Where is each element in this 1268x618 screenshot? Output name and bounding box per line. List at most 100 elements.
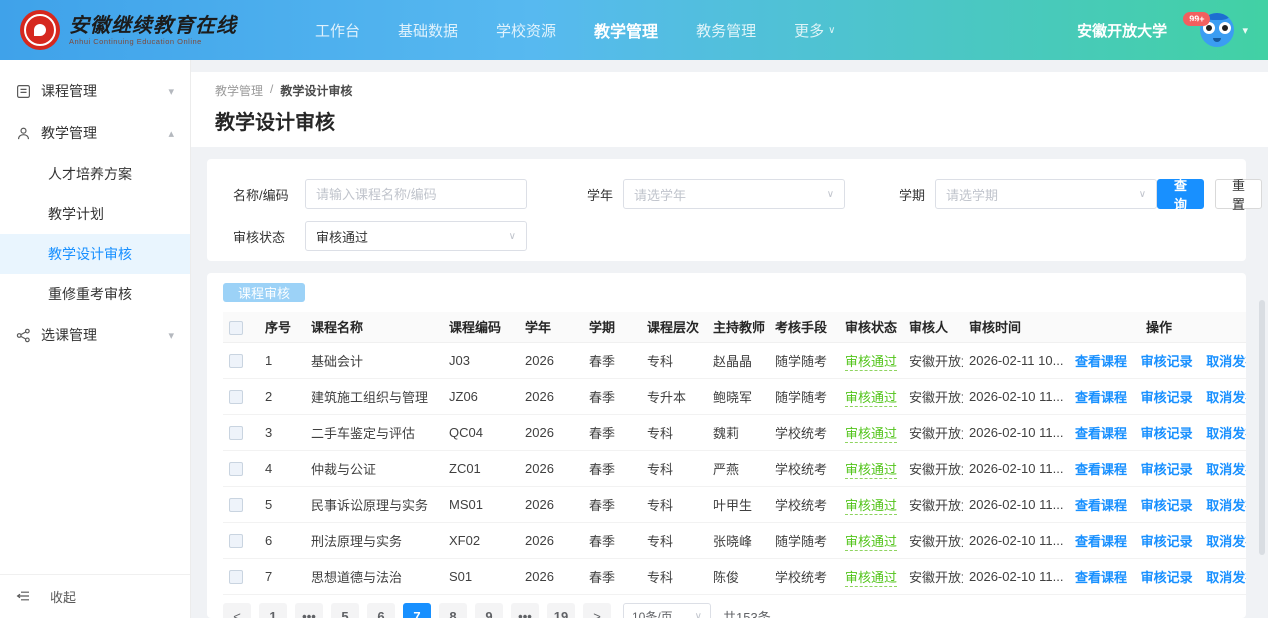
term-select[interactable]: 请选学期 ∨ — [935, 179, 1157, 209]
sidebar-item-course-management[interactable]: 课程管理 ▾ — [0, 70, 190, 112]
logo-seal-icon — [20, 10, 60, 50]
user-menu-caret-icon[interactable]: ▾ — [1242, 24, 1248, 37]
avatar-mouth-icon — [1213, 38, 1221, 42]
audit-record-link[interactable]: 审核记录 — [1141, 354, 1193, 369]
page-size-select[interactable]: 10条/页 ∨ — [623, 603, 711, 618]
col-level: 课程层次 — [641, 312, 707, 342]
pagination-ellipsis[interactable]: ••• — [295, 603, 323, 618]
share-nodes-icon — [16, 328, 31, 343]
audit-record-link[interactable]: 审核记录 — [1141, 462, 1193, 477]
chevron-down-icon: ∨ — [695, 611, 702, 618]
sidebar-item-teaching-management[interactable]: 教学管理 ▴ — [0, 112, 190, 154]
name-code-label: 名称/编码 — [233, 185, 295, 204]
avatar-eye-icon — [1219, 22, 1231, 34]
pagination-page-19[interactable]: 19 — [547, 603, 575, 618]
sidebar-item-course-selection[interactable]: 选课管理 ▾ — [0, 314, 190, 356]
view-course-link[interactable]: 查看课程 — [1075, 534, 1127, 549]
row-checkbox[interactable] — [229, 534, 243, 548]
pagination-next-button[interactable]: > — [583, 603, 611, 618]
notification-badge: 99+ — [1183, 12, 1210, 26]
pagination-page-9[interactable]: 9 — [475, 603, 503, 618]
nav-item-academic-affairs[interactable]: 教务管理 — [696, 20, 756, 41]
view-course-link[interactable]: 查看课程 — [1075, 354, 1127, 369]
audit-record-link[interactable]: 审核记录 — [1141, 426, 1193, 441]
sidebar-collapse-button[interactable]: 收起 — [0, 574, 190, 618]
user-icon — [16, 126, 31, 141]
audit-record-link[interactable]: 审核记录 — [1141, 534, 1193, 549]
cancel-publish-link[interactable]: 取消发布 — [1206, 570, 1246, 585]
sidebar-item-teaching-plan[interactable]: 教学计划 — [0, 194, 190, 234]
row-checkbox[interactable] — [229, 426, 243, 440]
table-row: 3 二手车鉴定与评估 QC04 2026 春季 专科 魏莉 学校统考 审核通过 … — [223, 414, 1246, 450]
status-badge: 审核通过 — [845, 498, 897, 515]
col-teacher: 主持教师 — [707, 312, 769, 342]
filter-panel: 名称/编码 学年 请选学年 ∨ 学期 请选学期 — [207, 159, 1246, 261]
view-course-link[interactable]: 查看课程 — [1075, 390, 1127, 405]
col-seq: 序号 — [259, 312, 305, 342]
breadcrumb-parent[interactable]: 教学管理 — [215, 82, 263, 99]
cancel-publish-link[interactable]: 取消发布 — [1206, 462, 1246, 477]
chevron-down-icon: ∨ — [827, 189, 834, 200]
cancel-publish-link[interactable]: 取消发布 — [1206, 426, 1246, 441]
caret-down-icon: ▾ — [168, 85, 174, 98]
sidebar-item-teaching-design-audit[interactable]: 教学设计审核 — [0, 234, 190, 274]
view-course-link[interactable]: 查看课程 — [1075, 426, 1127, 441]
table-row: 1 基础会计 J03 2026 春季 专科 赵晶晶 随学随考 审核通过 安徽开放… — [223, 342, 1246, 378]
sidebar-item-retake-audit[interactable]: 重修重考审核 — [0, 274, 190, 314]
caret-down-icon: ▾ — [168, 329, 174, 342]
nav-item-base-data[interactable]: 基础数据 — [398, 20, 458, 41]
audit-record-link[interactable]: 审核记录 — [1141, 390, 1193, 405]
nav-item-more[interactable]: 更多 ∨ — [794, 20, 835, 41]
pagination-page-6[interactable]: 6 — [367, 603, 395, 618]
audit-record-link[interactable]: 审核记录 — [1141, 498, 1193, 513]
nav-item-workbench[interactable]: 工作台 — [315, 20, 360, 41]
table-row: 5 民事诉讼原理与实务 MS01 2026 春季 专科 叶甲生 学校统考 审核通… — [223, 486, 1246, 522]
top-menu: 工作台 基础数据 学校资源 教学管理 教务管理 更多 ∨ — [315, 18, 835, 42]
menu-fold-icon — [16, 589, 31, 604]
row-checkbox[interactable] — [229, 462, 243, 476]
col-course-name: 课程名称 — [305, 312, 443, 342]
row-checkbox[interactable] — [229, 354, 243, 368]
pagination-page-7-active[interactable]: 7 — [403, 603, 431, 618]
col-status: 审核状态 — [839, 312, 903, 342]
search-button[interactable]: 查询 — [1157, 179, 1204, 209]
logo-title: 安徽继续教育在线 — [69, 14, 237, 36]
col-course-code: 课程编码 — [443, 312, 519, 342]
row-checkbox[interactable] — [229, 570, 243, 584]
cancel-publish-link[interactable]: 取消发布 — [1206, 498, 1246, 513]
view-course-link[interactable]: 查看课程 — [1075, 498, 1127, 513]
caret-up-icon: ▴ — [168, 127, 174, 140]
audit-status-select[interactable]: 审核通过 ∨ — [305, 221, 527, 251]
breadcrumb-current: 教学设计审核 — [280, 82, 352, 99]
vertical-scrollbar[interactable] — [1259, 300, 1265, 555]
col-audit-time: 审核时间 — [963, 312, 1069, 342]
view-course-link[interactable]: 查看课程 — [1075, 462, 1127, 477]
select-all-checkbox[interactable] — [229, 321, 243, 335]
col-term: 学期 — [583, 312, 641, 342]
pagination-page-8[interactable]: 8 — [439, 603, 467, 618]
table-row: 2 建筑施工组织与管理 JZ06 2026 春季 专升本 鲍晓军 随学随考 审核… — [223, 378, 1246, 414]
main-content: 教学管理 / 教学设计审核 教学设计审核 名称/编码 学年 请选学年 — [191, 60, 1268, 618]
pagination-ellipsis[interactable]: ••• — [511, 603, 539, 618]
course-audit-button[interactable]: 课程审核 — [223, 283, 305, 302]
pagination-prev-button[interactable]: < — [223, 603, 251, 618]
cancel-publish-link[interactable]: 取消发布 — [1206, 390, 1246, 405]
school-year-select[interactable]: 请选学年 ∨ — [623, 179, 845, 209]
name-code-input[interactable] — [305, 179, 527, 209]
app-logo[interactable]: 安徽继续教育在线 Anhui Continuing Education Onli… — [20, 10, 237, 50]
nav-item-school-resources[interactable]: 学校资源 — [496, 20, 556, 41]
breadcrumb: 教学管理 / 教学设计审核 — [215, 82, 1244, 99]
nav-item-teaching-management[interactable]: 教学管理 — [594, 18, 658, 42]
pagination-page-1[interactable]: 1 — [259, 603, 287, 618]
cancel-publish-link[interactable]: 取消发布 — [1206, 534, 1246, 549]
cancel-publish-link[interactable]: 取消发布 — [1206, 354, 1246, 369]
sidebar-item-talent-training-plan[interactable]: 人才培养方案 — [0, 154, 190, 194]
reset-button[interactable]: 重置 — [1215, 179, 1262, 209]
pagination-page-5[interactable]: 5 — [331, 603, 359, 618]
view-course-link[interactable]: 查看课程 — [1075, 570, 1127, 585]
status-badge: 审核通过 — [845, 534, 897, 551]
audit-record-link[interactable]: 审核记录 — [1141, 570, 1193, 585]
row-checkbox[interactable] — [229, 390, 243, 404]
row-checkbox[interactable] — [229, 498, 243, 512]
school-name: 安徽开放大学 — [1077, 20, 1167, 41]
